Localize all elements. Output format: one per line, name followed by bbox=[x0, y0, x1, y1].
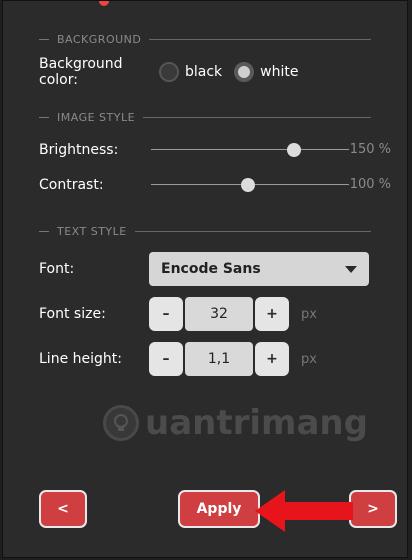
section-background-header: BACKGROUND bbox=[39, 31, 371, 47]
background-color-label: Background color: bbox=[39, 56, 123, 88]
previous-button[interactable]: < bbox=[39, 490, 87, 528]
section-divider bbox=[143, 116, 371, 118]
previous-button-label: < bbox=[57, 501, 69, 517]
radio-black-label: black bbox=[185, 64, 223, 80]
brightness-slider-thumb[interactable] bbox=[286, 143, 301, 157]
section-background-label: BACKGROUND bbox=[57, 32, 142, 46]
section-image-style-header: IMAGE STYLE bbox=[39, 109, 371, 125]
section-text-style-label: TEXT STYLE bbox=[57, 224, 127, 238]
contrast-slider[interactable] bbox=[151, 175, 349, 195]
radio-white-indicator[interactable] bbox=[234, 62, 255, 82]
font-size-decrement-button[interactable]: – bbox=[149, 297, 183, 331]
section-dash bbox=[39, 116, 49, 118]
line-height-input[interactable]: 1,1 bbox=[185, 342, 253, 376]
brightness-slider-track[interactable] bbox=[151, 149, 349, 150]
section-dash bbox=[39, 38, 49, 40]
line-height-decrement-button[interactable]: – bbox=[149, 342, 183, 376]
font-select[interactable]: Encode Sans bbox=[149, 252, 369, 286]
line-height-unit: px bbox=[301, 351, 317, 367]
radio-black-indicator[interactable] bbox=[159, 62, 179, 82]
next-button-label: > bbox=[367, 501, 379, 517]
font-size-label: Font size: bbox=[39, 306, 106, 322]
brightness-label: Brightness: bbox=[39, 142, 119, 158]
line-height-label: Line height: bbox=[39, 351, 122, 367]
radio-white-label: white bbox=[260, 64, 299, 80]
settings-panel: BACKGROUND Background color: black white… bbox=[2, 0, 408, 558]
chevron-down-icon[interactable] bbox=[345, 265, 357, 273]
lightbulb-icon bbox=[103, 405, 139, 441]
contrast-value: 100 % bbox=[349, 177, 391, 192]
section-text-style-header: TEXT STYLE bbox=[39, 223, 371, 239]
line-height-stepper[interactable]: – 1,1 + px bbox=[149, 342, 317, 376]
watermark: uantrimang bbox=[103, 403, 368, 443]
font-size-unit: px bbox=[301, 306, 317, 322]
annotation-arrow-icon bbox=[255, 490, 353, 532]
apply-button-label: Apply bbox=[196, 501, 242, 517]
next-button[interactable]: > bbox=[349, 490, 397, 528]
apply-button[interactable]: Apply bbox=[178, 490, 260, 528]
top-accent-mark bbox=[99, 1, 109, 6]
font-size-increment-button[interactable]: + bbox=[255, 297, 289, 331]
font-label: Font: bbox=[39, 261, 75, 277]
contrast-label: Contrast: bbox=[39, 177, 104, 193]
font-size-stepper[interactable]: – 32 + px bbox=[149, 297, 317, 331]
section-divider bbox=[149, 38, 371, 40]
section-image-style-label: IMAGE STYLE bbox=[57, 110, 136, 124]
font-size-input[interactable]: 32 bbox=[185, 297, 253, 331]
section-dash bbox=[39, 230, 49, 232]
radio-black[interactable]: black bbox=[159, 62, 222, 82]
brightness-slider[interactable] bbox=[151, 140, 349, 160]
line-height-increment-button[interactable]: + bbox=[255, 342, 289, 376]
lightbulb-glyph bbox=[114, 414, 128, 431]
contrast-slider-thumb[interactable] bbox=[241, 178, 256, 192]
brightness-value: 150 % bbox=[349, 142, 391, 157]
background-color-row: Background color: black white bbox=[39, 56, 391, 88]
font-select-value: Encode Sans bbox=[161, 261, 261, 277]
watermark-text: uantrimang bbox=[145, 403, 368, 443]
radio-white[interactable]: white bbox=[234, 62, 299, 82]
section-divider bbox=[134, 230, 371, 232]
